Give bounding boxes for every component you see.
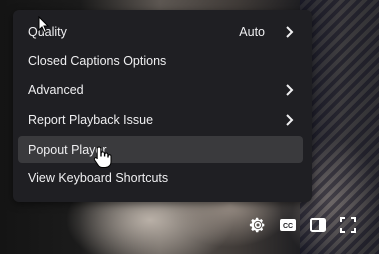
- menu-item-advanced[interactable]: Advanced: [18, 76, 303, 103]
- menu-item-quality[interactable]: Quality Auto: [18, 18, 303, 45]
- menu-item-view-keyboard-shortcuts[interactable]: View Keyboard Shortcuts: [18, 164, 303, 191]
- cc-icon[interactable]: CC: [277, 214, 299, 236]
- quality-value: Auto: [239, 24, 265, 39]
- menu-item-label: Report Playback Issue: [28, 112, 154, 127]
- chevron-right-icon: [283, 83, 295, 96]
- player-controls: CC: [0, 214, 379, 236]
- settings-menu: Quality Auto Closed Captions Options Adv…: [13, 10, 312, 202]
- menu-item-label: Popout Player: [28, 142, 107, 157]
- menu-item-label: Advanced: [28, 82, 84, 97]
- menu-item-label: Closed Captions Options: [28, 53, 167, 68]
- menu-item-closed-captions-options[interactable]: Closed Captions Options: [18, 47, 303, 74]
- menu-item-label: Quality: [28, 24, 67, 39]
- menu-item-popout-player[interactable]: Popout Player: [18, 136, 303, 163]
- menu-item-label: View Keyboard Shortcuts: [28, 170, 169, 185]
- theatre-mode-icon[interactable]: [307, 214, 329, 236]
- gear-icon[interactable]: [247, 214, 269, 236]
- cc-label: CC: [283, 223, 293, 230]
- chevron-right-icon: [283, 25, 295, 38]
- fullscreen-icon[interactable]: [337, 214, 359, 236]
- menu-item-report-playback-issue[interactable]: Report Playback Issue: [18, 106, 303, 133]
- chevron-right-icon: [283, 113, 295, 126]
- hand-pointer-icon: [93, 146, 112, 168]
- mouse-cursor-arrow-icon: [38, 16, 50, 34]
